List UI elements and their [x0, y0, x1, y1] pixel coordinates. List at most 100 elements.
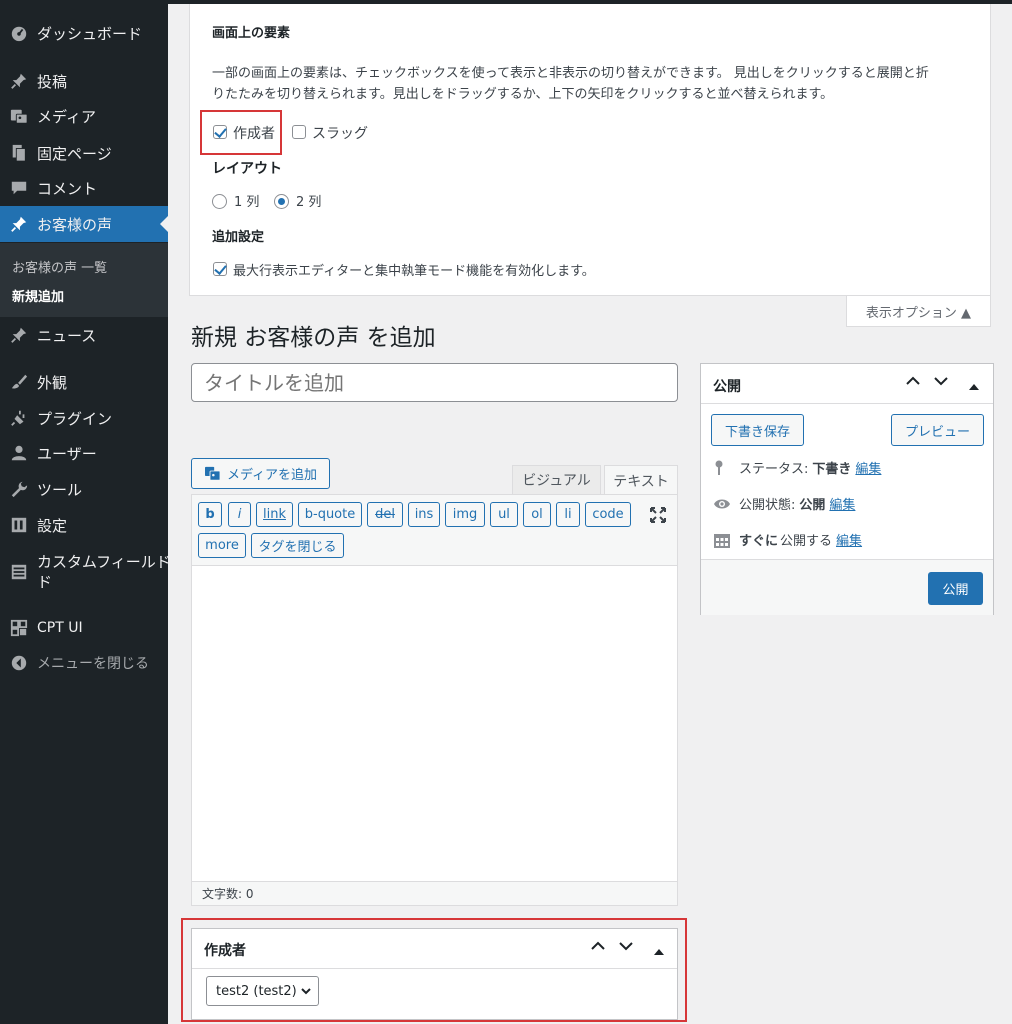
slug-checkbox-label: スラッグ	[312, 126, 368, 142]
post-title-input[interactable]	[191, 363, 678, 402]
quicktag-del-button[interactable]: del	[367, 502, 403, 527]
comment-icon	[8, 177, 30, 199]
collapse-menu-button[interactable]: メニューを閉じる	[0, 645, 168, 681]
sidebar-item-settings[interactable]: 設定	[0, 507, 168, 543]
pin-icon	[8, 70, 30, 92]
sidebar-item-testimonials[interactable]: お客様の声	[0, 206, 168, 242]
active-pointer-icon	[160, 216, 168, 232]
status-label: ステータス:	[739, 462, 809, 477]
edit-schedule-link[interactable]: 編集	[836, 530, 862, 549]
sidebar-item-label: ニュース	[37, 326, 97, 345]
visibility-label: 公開状態:	[739, 498, 796, 513]
page-icon	[8, 142, 30, 164]
move-up-icon[interactable]	[905, 373, 921, 393]
quicktag-ol-button[interactable]: ol	[523, 502, 551, 527]
preview-button[interactable]: プレビュー	[891, 414, 984, 446]
move-up-icon[interactable]	[590, 938, 606, 958]
sidebar-item-posts[interactable]: 投稿	[0, 63, 168, 99]
extra-settings-heading: 追加設定	[212, 230, 265, 245]
sidebar-item-label: CPT UI	[37, 620, 83, 636]
editor-expand-checkbox[interactable]	[213, 262, 227, 276]
quicktag-link-button[interactable]: link	[256, 502, 293, 527]
save-draft-button[interactable]: 下書き保存	[711, 414, 804, 446]
pin-icon	[8, 324, 30, 346]
user-icon	[8, 442, 30, 464]
quicktag-ul-button[interactable]: ul	[490, 502, 518, 527]
visibility-value: 公開	[799, 498, 826, 513]
status-row: ステータス: 下書き 編集	[713, 458, 881, 477]
sidebar-item-label: カスタムフィールド	[37, 553, 171, 571]
admin-sidebar: ダッシュボード 投稿 メディア 固定ページ コメント お客様の声 お客様の声 一…	[0, 0, 171, 1024]
sidebar-item-users[interactable]: ユーザー	[0, 435, 168, 471]
visibility-row: 公開状態: 公開 編集	[713, 494, 855, 513]
layout-heading: レイアウト	[212, 161, 282, 177]
submenu-item-all[interactable]: お客様の声 一覧	[12, 257, 107, 276]
quicktag-bquote-button[interactable]: b-quote	[298, 502, 362, 527]
quicktag-bold-button[interactable]: b	[198, 502, 222, 527]
sidebar-item-label: 設定	[37, 516, 68, 535]
publish-button[interactable]: 公開	[928, 572, 983, 605]
submenu-item-add-new[interactable]: 新規追加	[12, 286, 64, 305]
sidebar-item-media[interactable]: メディア	[0, 98, 168, 134]
media-icon	[204, 466, 221, 481]
sidebar-item-label: メディア	[37, 107, 96, 126]
eye-icon	[713, 498, 731, 510]
sidebar-item-pages[interactable]: 固定ページ	[0, 135, 168, 171]
sidebar-item-cpt-ui[interactable]: CPT UI	[0, 610, 168, 646]
publish-box: 公開 下書き保存 プレビュー ステータス: 下書き 編集 公開状態: 公開 編集…	[700, 363, 994, 615]
layout-2col-label: 2 列	[296, 195, 322, 210]
quicktag-italic-button[interactable]: i	[228, 502, 251, 527]
quicktag-ins-button[interactable]: ins	[408, 502, 440, 527]
editor-expand-label: 最大行表示エディターと集中執筆モード機能を有効化します。	[233, 264, 595, 279]
quicktag-code-button[interactable]: code	[585, 502, 631, 527]
author-box-title: 作成者	[204, 943, 246, 959]
collapse-toggle-icon[interactable]	[654, 942, 664, 961]
quicktag-img-button[interactable]: img	[445, 502, 485, 527]
sidebar-item-label: 固定ページ	[37, 144, 112, 163]
sidebar-item-news[interactable]: ニュース	[0, 317, 168, 353]
quicktag-close-tags-button[interactable]: タグを閉じる	[251, 533, 344, 558]
screen-options-description-2: りたたみを切り替えられます。見出しをドラッグするか、上下の矢印をクリックすると並…	[212, 87, 834, 102]
sidebar-item-label: コメント	[37, 179, 98, 198]
layout-1col-label: 1 列	[234, 195, 260, 210]
tab-visual[interactable]: ビジュアル	[512, 465, 601, 495]
author-select[interactable]: test2 (test2)	[206, 976, 319, 1006]
author-select-value: test2 (test2)	[216, 983, 297, 999]
sidebar-item-label: ダッシュボード	[37, 24, 143, 43]
layout-1col-radio[interactable]	[212, 194, 227, 209]
add-media-label: メディアを追加	[226, 468, 318, 483]
quicktag-li-button[interactable]: li	[556, 502, 580, 527]
sidebar-item-dashboard[interactable]: ダッシュボード	[0, 15, 168, 51]
publish-box-title: 公開	[713, 379, 741, 395]
move-down-icon[interactable]	[618, 938, 634, 958]
sidebar-item-label: プラグイン	[37, 409, 113, 428]
collapse-icon	[8, 652, 30, 674]
settings-icon	[8, 514, 30, 536]
layout-2col-radio[interactable]	[274, 194, 289, 209]
sidebar-item-tools[interactable]: ツール	[0, 471, 168, 507]
sidebar-item-comments[interactable]: コメント	[0, 170, 168, 206]
dashboard-icon	[8, 22, 30, 44]
chevron-down-icon	[300, 985, 312, 997]
quicktag-more-button[interactable]: more	[198, 533, 246, 558]
tab-text[interactable]: テキスト	[604, 465, 678, 496]
collapse-toggle-icon[interactable]	[969, 377, 979, 396]
add-media-button[interactable]: メディアを追加	[191, 458, 330, 489]
sidebar-item-appearance[interactable]: 外観	[0, 364, 168, 400]
edit-status-link[interactable]: 編集	[855, 458, 881, 477]
publish-actions: 公開	[701, 559, 993, 615]
author-checkbox[interactable]	[213, 125, 227, 139]
sidebar-item-plugins[interactable]: プラグイン	[0, 400, 168, 436]
publish-box-header: 公開	[701, 364, 993, 404]
word-count: 文字数: 0	[192, 881, 677, 905]
slug-checkbox[interactable]	[292, 125, 306, 139]
screen-options-toggle[interactable]: 表示オプション ▲	[846, 296, 991, 327]
wrench-icon	[8, 478, 30, 500]
sidebar-item-custom-fields[interactable]: カスタムフィールド ド	[0, 547, 171, 597]
sidebar-item-label-wrap: ド	[37, 573, 53, 591]
screen-options-panel: 画面上の要素 一部の画面上の要素は、チェックボックスを使って表示と非表示の切り替…	[189, 4, 991, 296]
move-down-icon[interactable]	[933, 373, 949, 393]
edit-visibility-link[interactable]: 編集	[829, 494, 855, 513]
content-textarea[interactable]	[192, 566, 677, 881]
fullscreen-icon[interactable]	[648, 505, 668, 525]
